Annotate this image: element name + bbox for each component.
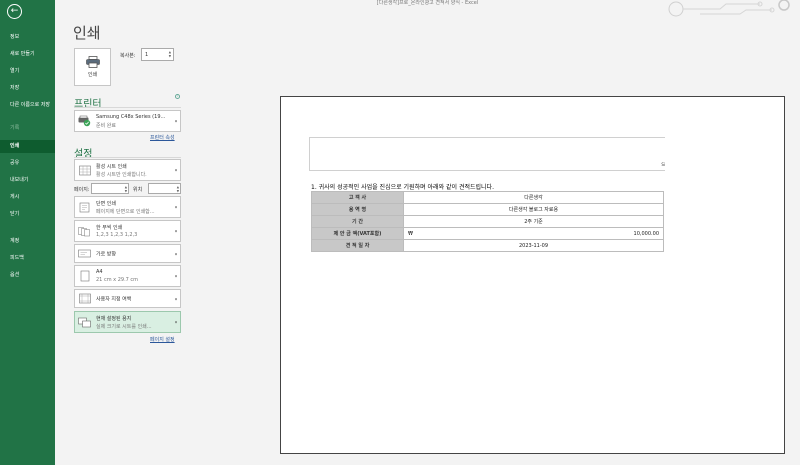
backstage-sidebar: ← 정보 새로 만들기 열기 저장 다른 이름으로 저장 기록 인쇄 공유 내보… (0, 0, 55, 465)
single-side-desc: 페이지에 단면으로 인쇄합... (96, 209, 155, 215)
sidebar-item-info[interactable]: 정보 (0, 34, 55, 41)
table-row: 견 적 일 자 2023-11-09 (311, 239, 664, 252)
sidebar-item-new[interactable]: 새로 만들기 (0, 51, 55, 58)
paper-size-desc: 21 cm x 29.7 cm (96, 277, 139, 283)
row-label: 용 역 명 (311, 203, 404, 216)
orientation-title: 가로 방향 (96, 251, 116, 257)
scaling-title: 현재 설정된 용지 (96, 316, 132, 322)
title-decoration-icon (668, 0, 790, 17)
currency-symbol: ₩ (408, 230, 413, 237)
row-label: 견 적 일 자 (311, 239, 404, 252)
amount-value: 10,000.00 (633, 230, 659, 237)
paper-size-dropdown[interactable]: A4 21 cm x 29.7 cm ▾ (74, 265, 181, 287)
margins-title: 사용자 지정 여백 (96, 296, 132, 302)
orientation-dropdown[interactable]: 가로 방향 ▾ (74, 244, 181, 263)
pages-to-input[interactable]: ▲ ▼ (148, 183, 181, 194)
copies-input[interactable]: 1 ▲ ▼ (141, 48, 174, 61)
header-fragment: Si (661, 162, 665, 167)
margins-dropdown[interactable]: 사용자 지정 여백 ▾ (74, 289, 181, 308)
table-row: 제 안 금 액(VAT포함) ₩ 10,000.00 (311, 227, 664, 240)
chevron-down-icon: ▾ (174, 228, 177, 234)
sidebar-item-save-as[interactable]: 다른 이름으로 저장 (0, 102, 55, 109)
quote-table: 고 객 사 다른생각 용 역 명 다른생각 블로그 자료용 기 간 2주 기준 … (311, 191, 664, 252)
sidebar-item-export[interactable]: 내보내기 (0, 177, 55, 184)
pages-label: 페이지: (74, 187, 90, 193)
quote-statement: 1. 귀사의 성공적인 사업을 진심으로 기원하며 아래와 같이 견적드립니다. (311, 184, 494, 191)
margins-icon (78, 293, 91, 304)
copies-value: 1 (145, 52, 149, 58)
scaling-desc: 실제 크기로 시트를 인쇄... (96, 324, 152, 330)
sidebar-item-save[interactable]: 저장 (0, 85, 55, 92)
chevron-down-icon: ▾ (174, 273, 177, 279)
settings-divider (74, 157, 181, 158)
page-setup-link[interactable]: 페이지 설정 (150, 336, 175, 343)
copies-spinner-icon[interactable]: ▲ ▼ (169, 50, 171, 58)
chevron-down-icon: ▾ (174, 251, 177, 256)
row-label: 제 안 금 액(VAT포함) (311, 227, 404, 240)
active-sheet-title: 활성 시트 인쇄 (96, 164, 127, 170)
collate-icon (78, 226, 91, 237)
sidebar-item-open[interactable]: 열기 (0, 68, 55, 75)
printer-name: Samsung C48x Series (19... (96, 114, 166, 120)
info-icon[interactable]: i (175, 94, 180, 99)
row-label: 기 간 (311, 215, 404, 228)
pages-to-spinner-icon[interactable]: ▲ ▼ (177, 185, 179, 193)
scaling-dropdown[interactable]: 현재 설정된 용지 실제 크기로 시트를 인쇄... ▾ (74, 311, 181, 333)
printer-status: 준비 완료 (96, 123, 116, 129)
print-button[interactable]: 인쇄 (74, 48, 111, 86)
sheet-icon (78, 165, 91, 176)
preview-page: Si 1. 귀사의 성공적인 사업을 진심으로 기원하며 아래와 같이 견적드립… (280, 96, 785, 454)
single-side-icon (78, 202, 91, 213)
sidebar-item-publish[interactable]: 게시 (0, 194, 55, 201)
preview-header-box: Si (309, 137, 665, 171)
copies-label: 복사본: (120, 53, 136, 59)
print-active-sheet-dropdown[interactable]: 활성 시트 인쇄 활성 시트만 인쇄합니다. ▾ (74, 159, 181, 181)
sidebar-item-feedback[interactable]: 피드백 (0, 255, 55, 262)
single-sided-dropdown[interactable]: 단면 인쇄 페이지에 단면으로 인쇄합... ▾ (74, 196, 181, 218)
sidebar-item-account[interactable]: 계정 (0, 238, 55, 245)
sidebar-item-print[interactable]: 인쇄 (0, 140, 55, 153)
paper-icon (78, 270, 91, 282)
row-value: 2023-11-09 (403, 239, 664, 252)
print-button-label: 인쇄 (87, 72, 98, 78)
printer-properties-link[interactable]: 프린터 속성 (150, 134, 175, 141)
pages-to-label: 위치 (133, 187, 143, 193)
row-label: 고 객 사 (311, 191, 404, 204)
printer-dropdown[interactable]: Samsung C48x Series (19... 준비 완료 ▾ (74, 110, 181, 132)
pages-from-input[interactable]: ▲ ▼ (91, 183, 129, 194)
sidebar-item-history: 기록 (10, 125, 20, 131)
row-value: 다른생각 블로그 자료용 (403, 203, 664, 216)
printer-divider (74, 107, 181, 108)
table-row: 기 간 2주 기준 (311, 215, 664, 228)
page-title: 인쇄 (73, 24, 101, 42)
row-value: ₩ 10,000.00 (403, 227, 664, 240)
collated-desc: 1,2,3 1,2,3 1,2,3 (96, 232, 138, 238)
row-value: 2주 기준 (403, 215, 664, 228)
chevron-down-icon: ▾ (174, 204, 177, 210)
row-value: 다른생각 (403, 191, 664, 204)
print-settings-panel: 인쇄 인쇄 복사본: 1 ▲ ▼ 프린터 i Samsung C48x Serie… (55, 0, 205, 465)
chevron-down-icon: ▾ (174, 167, 177, 173)
sidebar-item-share[interactable]: 공유 (0, 160, 55, 167)
sidebar-item-close[interactable]: 닫기 (0, 211, 55, 218)
active-sheet-desc: 활성 시트만 인쇄합니다. (96, 172, 147, 178)
chevron-down-icon: ▾ (174, 118, 177, 124)
pages-from-spinner-icon[interactable]: ▲ ▼ (125, 185, 127, 193)
collated-dropdown[interactable]: 한 부씩 인쇄 1,2,3 1,2,3 1,2,3 ▾ (74, 220, 181, 242)
scaling-icon (78, 317, 91, 328)
single-side-title: 단면 인쇄 (96, 201, 116, 207)
collated-title: 한 부씩 인쇄 (96, 225, 123, 231)
chevron-down-icon: ▾ (174, 319, 177, 325)
table-row: 고 객 사 다른생각 (311, 191, 664, 204)
chevron-down-icon: ▾ (174, 296, 177, 301)
sidebar-item-options[interactable]: 옵션 (0, 272, 55, 279)
back-arrow-icon[interactable]: ← (7, 4, 22, 19)
table-row: 용 역 명 다른생각 블로그 자료용 (311, 203, 664, 216)
landscape-icon (78, 248, 91, 259)
printer-icon (85, 56, 100, 68)
printer-ready-icon (78, 115, 91, 127)
paper-size-title: A4 (96, 269, 103, 275)
page-range-row: 페이지: ▲ ▼ 위치 ▲ ▼ (74, 183, 181, 194)
